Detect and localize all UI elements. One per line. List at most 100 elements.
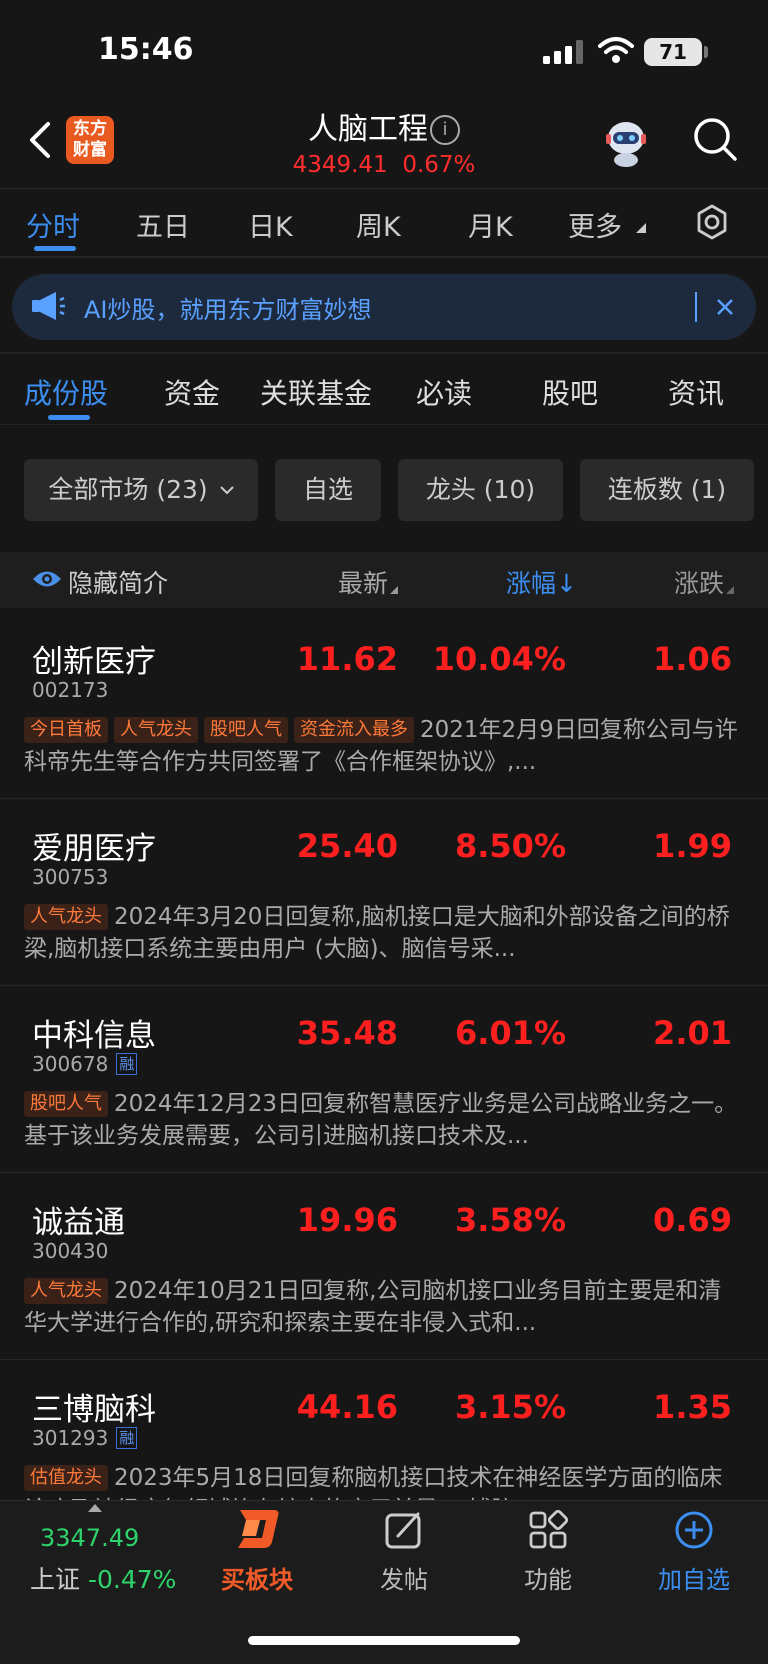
hide-intro-toggle[interactable]: 隐藏简介 [68, 564, 168, 600]
stock-tag: 股吧人气 [24, 1091, 108, 1117]
stock-desc-text: 2024年3月20日回复称,脑机接口是大脑和外部设备之间的桥梁,脑机接口系统主要… [24, 904, 730, 962]
stock-tag: 人气龙头 [114, 717, 198, 743]
cellular-signal-icon [543, 40, 583, 64]
tab-forum[interactable]: 股吧 [542, 372, 598, 412]
function-grid-icon[interactable] [528, 1510, 568, 1550]
tab-intraday[interactable]: 分时 [26, 205, 80, 244]
post-label[interactable]: 发帖 [344, 1560, 464, 1595]
banner-separator [695, 292, 697, 322]
stock-row[interactable]: 中科信息 300678 融 35.48 6.01% 2.01 股吧人气 2024年1… [0, 986, 768, 1173]
stock-code: 002173 [32, 678, 109, 702]
stock-tag: 今日首板 [24, 717, 108, 743]
sort-corner-icon [726, 586, 735, 594]
stock-name: 诚益通 [32, 1205, 125, 1241]
stock-price: 11.62 [296, 640, 398, 678]
stock-row[interactable]: 创新医疗 002173 11.62 10.04% 1.06 今日首板 人气龙头 股吧… [0, 612, 768, 799]
filter-leaders[interactable]: 龙头 (10) [398, 459, 563, 521]
page-title: 人脑工程 [308, 112, 428, 147]
settings-gear-icon[interactable] [694, 204, 730, 240]
tab-five-day[interactable]: 五日 [136, 205, 190, 244]
search-icon[interactable] [692, 116, 738, 162]
tab-capital[interactable]: 资金 [164, 372, 220, 412]
stock-tag: 资金流入最多 [294, 717, 414, 743]
stock-desc-text: 2024年12月23日回复称智慧医疗业务是公司战略业务之一。基于该业务发展需要，… [24, 1091, 738, 1149]
divider [0, 352, 768, 354]
stock-price: 44.16 [296, 1388, 398, 1426]
eye-icon[interactable] [32, 568, 62, 590]
sort-corner-icon [390, 586, 399, 594]
filter-watchlist[interactable]: 自选 [275, 459, 381, 521]
filter-all-markets[interactable]: 全部市场 (23) [24, 459, 258, 521]
stock-description: 人气龙头 2024年3月20日回复称,脑机接口是大脑和外部设备之间的桥梁,脑机接口… [24, 901, 744, 965]
stock-code-wrap: 300678 融 [32, 1052, 138, 1076]
stock-tag: 股吧人气 [204, 717, 288, 743]
column-change-sorted[interactable]: 涨幅↓ [506, 564, 577, 600]
tab-related-funds[interactable]: 关联基金 [260, 372, 372, 412]
sector-price: 4349.41 [292, 152, 388, 178]
tab-constituents[interactable]: 成份股 [24, 372, 108, 412]
home-indicator[interactable] [248, 1636, 520, 1645]
divider [0, 424, 768, 425]
column-diff-label: 涨跌 [674, 569, 725, 598]
add-watchlist-label[interactable]: 加自选 [634, 1560, 754, 1595]
tab-must-read[interactable]: 必读 [416, 372, 472, 412]
stock-price: 25.40 [296, 827, 398, 865]
stock-code-wrap: 301293 融 [32, 1426, 138, 1450]
battery-tip [704, 46, 708, 58]
stock-change-pct: 3.15% [454, 1388, 566, 1426]
stock-description: 今日首板 人气龙头 股吧人气 资金流入最多 2021年2月9日回复称公司与许科帝先生等合… [24, 714, 744, 778]
info-icon[interactable]: i [430, 115, 460, 145]
stock-code: 301293 [32, 1426, 109, 1450]
tab-more[interactable]: 更多 [568, 205, 622, 244]
caret-up-icon[interactable] [88, 1504, 102, 1512]
status-time: 15:46 [98, 32, 194, 67]
filter-consecutive-limit[interactable]: 连板数 (1) [580, 459, 754, 521]
column-diff[interactable]: 涨跌 [674, 564, 735, 600]
stock-desc-text: 2024年10月21日回复称,公司脑机接口业务目前主要是和清华大学进行合作的,研… [24, 1278, 722, 1336]
tab-daily-k[interactable]: 日K [248, 205, 293, 244]
stock-row[interactable]: 爱朋医疗 300753 25.40 8.50% 1.99 人气龙头 2024年3月… [0, 799, 768, 986]
stock-description: 人气龙头 2024年10月21日回复称,公司脑机接口业务目前主要是和清华大学进行合… [24, 1275, 744, 1339]
buy-sector-icon[interactable] [230, 1506, 284, 1552]
post-edit-icon[interactable] [384, 1510, 424, 1550]
sector-change: 0.67% [402, 152, 476, 178]
index-change: -0.47% [87, 1565, 177, 1594]
stock-price: 35.48 [296, 1014, 398, 1052]
index-name: 上证 [30, 1565, 81, 1594]
chevron-down-icon [219, 486, 234, 495]
stock-name: 中科信息 [32, 1018, 156, 1054]
stock-name: 三博脑科 [32, 1392, 156, 1428]
function-label[interactable]: 功能 [488, 1560, 608, 1595]
stock-change-amount: 1.35 [653, 1388, 732, 1426]
stock-change-pct: 3.58% [454, 1201, 566, 1239]
stock-change-amount: 0.69 [653, 1201, 732, 1239]
column-latest[interactable]: 最新 [338, 564, 399, 600]
add-watchlist-icon[interactable] [674, 1510, 714, 1550]
more-corner-icon [636, 223, 646, 233]
margin-badge: 融 [116, 1427, 138, 1449]
stock-change-pct: 10.04% [432, 640, 566, 678]
column-latest-label: 最新 [338, 569, 389, 598]
stock-change-amount: 1.99 [653, 827, 732, 865]
stock-name: 爱朋医疗 [32, 831, 156, 867]
tab-monthly-k[interactable]: 月K [468, 205, 513, 244]
stock-change-amount: 2.01 [653, 1014, 732, 1052]
buy-sector-label[interactable]: 买板块 [197, 1560, 317, 1595]
tab-weekly-k[interactable]: 周K [356, 205, 401, 244]
stock-code: 300678 [32, 1052, 109, 1076]
megaphone-icon [32, 292, 65, 320]
index-ticker[interactable]: 上证 -0.47% [30, 1560, 176, 1596]
margin-badge: 融 [116, 1053, 138, 1075]
ai-robot-icon[interactable] [600, 118, 652, 168]
header-title-wrap: 人脑工程 i [0, 104, 768, 148]
stock-name: 创新医疗 [32, 644, 156, 680]
banner-text[interactable]: AI炒股，就用东方财富妙想 [84, 290, 372, 325]
index-value[interactable]: 3347.49 [40, 1524, 139, 1552]
stock-tag: 人气龙头 [24, 904, 108, 930]
stock-change-amount: 1.06 [653, 640, 732, 678]
stock-price: 19.96 [296, 1201, 398, 1239]
stock-row[interactable]: 诚益通 300430 19.96 3.58% 0.69 人气龙头 2024年10月… [0, 1173, 768, 1360]
stock-description: 股吧人气 2024年12月23日回复称智慧医疗业务是公司战略业务之一。基于该业务发… [24, 1088, 744, 1152]
tab-news[interactable]: 资讯 [668, 372, 724, 412]
close-icon[interactable] [710, 292, 740, 322]
